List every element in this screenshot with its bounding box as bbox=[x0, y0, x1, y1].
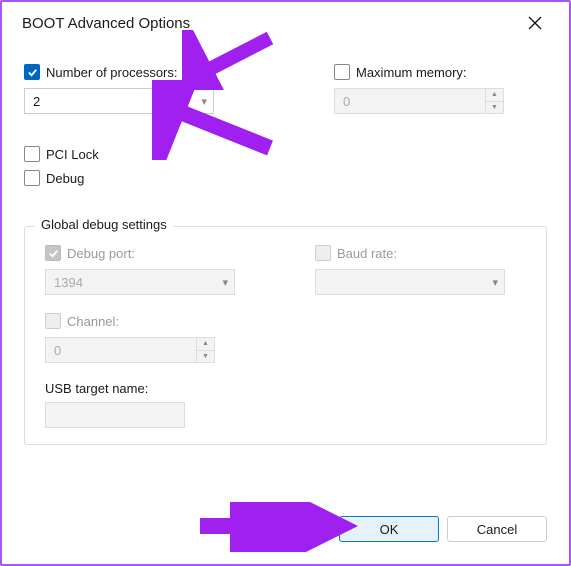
num-processors-label: Number of processors: bbox=[46, 65, 178, 80]
debug-port-label: Debug port: bbox=[67, 246, 135, 261]
debug-checkbox[interactable] bbox=[24, 170, 40, 186]
spinner-buttons[interactable]: ▲ ▼ bbox=[486, 88, 504, 114]
baud-rate-label: Baud rate: bbox=[337, 246, 397, 261]
usb-target-input bbox=[45, 402, 185, 428]
spin-up-icon[interactable]: ▲ bbox=[486, 89, 503, 102]
spin-down-icon[interactable]: ▼ bbox=[486, 102, 503, 114]
max-memory-label: Maximum memory: bbox=[356, 65, 467, 80]
channel-checkbox bbox=[45, 313, 61, 329]
cancel-button[interactable]: Cancel bbox=[447, 516, 547, 542]
check-icon bbox=[27, 67, 38, 78]
num-processors-checkbox[interactable] bbox=[24, 64, 40, 80]
chevron-down-icon: ▾ bbox=[201, 95, 207, 108]
content-area: Number of processors: 2 ▾ PCI Lock Debug bbox=[2, 44, 569, 445]
close-button[interactable] bbox=[515, 3, 555, 43]
boot-advanced-options-dialog: BOOT Advanced Options Number of processo… bbox=[2, 2, 569, 564]
num-processors-combo[interactable]: 2 ▾ bbox=[24, 88, 214, 114]
pci-lock-checkbox[interactable] bbox=[24, 146, 40, 162]
global-debug-fieldset: Global debug settings Debug port: 1394 ▾ bbox=[24, 226, 547, 445]
spinner-buttons: ▲ ▼ bbox=[197, 337, 215, 363]
chevron-down-icon: ▾ bbox=[492, 276, 498, 289]
annotation-arrow-icon bbox=[192, 502, 362, 552]
titlebar: BOOT Advanced Options bbox=[2, 2, 569, 44]
pci-lock-label: PCI Lock bbox=[46, 147, 99, 162]
usb-target-label: USB target name: bbox=[45, 381, 530, 396]
global-debug-legend: Global debug settings bbox=[35, 217, 173, 232]
max-memory-checkbox[interactable] bbox=[334, 64, 350, 80]
close-icon bbox=[528, 16, 542, 30]
baud-rate-checkbox bbox=[315, 245, 331, 261]
channel-spinner: 0 ▲ ▼ bbox=[45, 337, 215, 363]
max-memory-spinner[interactable]: 0 ▲ ▼ bbox=[334, 88, 504, 114]
num-processors-value: 2 bbox=[33, 94, 40, 109]
debug-port-value: 1394 bbox=[54, 275, 83, 290]
max-memory-value: 0 bbox=[334, 88, 486, 114]
channel-value: 0 bbox=[45, 337, 197, 363]
spin-down-icon: ▼ bbox=[197, 351, 214, 363]
dialog-buttons: OK Cancel bbox=[339, 516, 547, 542]
baud-rate-combo: ▾ bbox=[315, 269, 505, 295]
window-title: BOOT Advanced Options bbox=[22, 15, 190, 32]
debug-port-combo: 1394 ▾ bbox=[45, 269, 235, 295]
debug-label: Debug bbox=[46, 171, 84, 186]
channel-label: Channel: bbox=[67, 314, 119, 329]
ok-button[interactable]: OK bbox=[339, 516, 439, 542]
spin-up-icon: ▲ bbox=[197, 338, 214, 351]
debug-port-checkbox bbox=[45, 245, 61, 261]
chevron-down-icon: ▾ bbox=[222, 276, 228, 289]
check-icon bbox=[48, 248, 59, 259]
